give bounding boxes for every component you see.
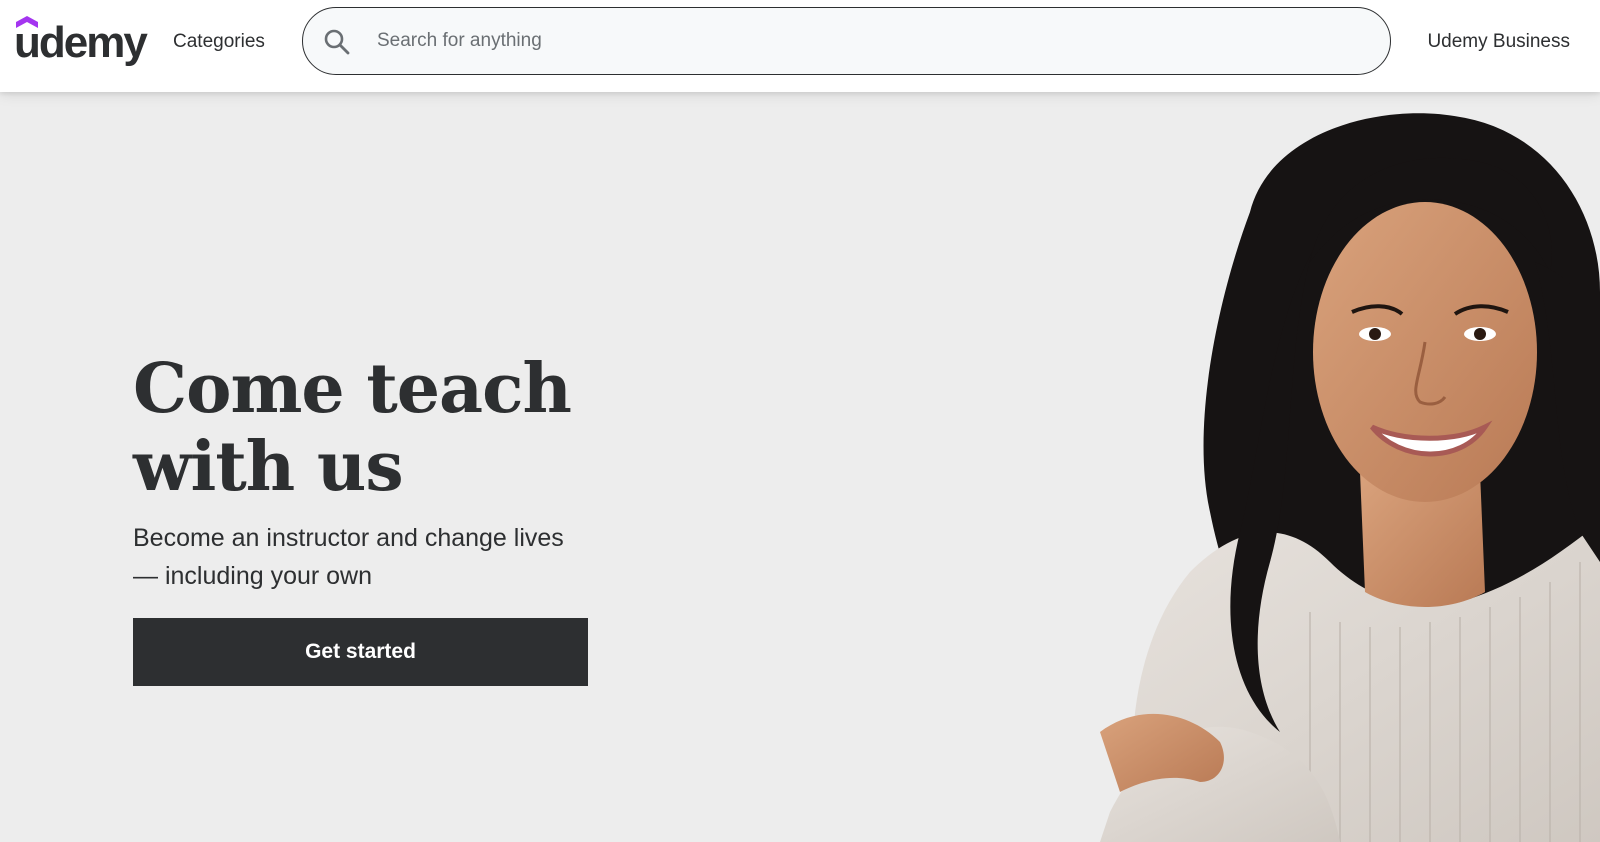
hero-title: Come teach with us (133, 349, 572, 507)
udemy-logo[interactable]: udemy (14, 14, 148, 68)
search-bar[interactable] (302, 7, 1391, 75)
top-navigation: udemy Categories Udemy Business (0, 0, 1600, 92)
get-started-button[interactable]: Get started (133, 618, 588, 686)
categories-menu[interactable]: Categories (173, 30, 265, 54)
search-input[interactable] (377, 22, 1337, 60)
instructor-portrait-image (1100, 113, 1600, 842)
udemy-business-link[interactable]: Udemy Business (1427, 30, 1570, 54)
hero-subtitle: Become an instructor and change lives — … (133, 524, 564, 590)
logo-text: udemy (14, 18, 148, 67)
search-icon[interactable] (323, 28, 351, 56)
hero-banner: Come teach with us Become an instructor … (0, 92, 1600, 842)
